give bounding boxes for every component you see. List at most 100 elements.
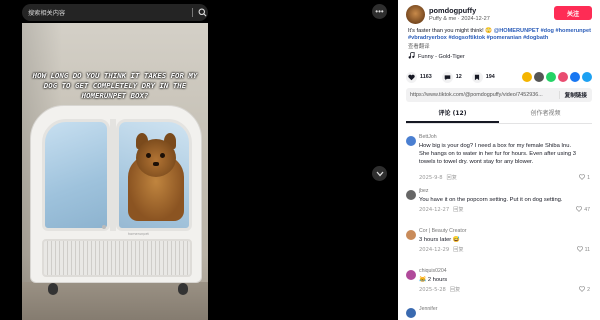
comment-text: 3 hours later 😅 <box>419 237 461 243</box>
comment-stat[interactable]: 12 <box>441 71 462 83</box>
pet-dryer-box: homerunpet <box>30 105 202 305</box>
dryer-vent-grate <box>42 239 192 277</box>
whatsapp-icon[interactable] <box>546 72 556 82</box>
comment-item: jbez You have it on the popcorn setting.… <box>406 188 592 214</box>
translate-link[interactable]: 查看翻译 <box>408 42 430 50</box>
hashtag[interactable]: #pomeranian <box>487 35 522 41</box>
comment-count: 12 <box>455 74 462 80</box>
comment-username[interactable]: chiquis0204 <box>419 268 447 274</box>
comment-like-count: 11 <box>584 247 590 253</box>
comment-username[interactable]: Jennifer <box>419 306 437 312</box>
dog-head <box>136 139 176 177</box>
dog-eye <box>160 153 165 158</box>
avatar[interactable] <box>406 5 425 24</box>
dog <box>126 133 186 225</box>
comment-username[interactable]: BettJoh <box>419 134 437 140</box>
avatar[interactable] <box>406 308 416 318</box>
dryer-brand: homerunpet <box>128 232 149 236</box>
comment-item: Jennifer <box>406 306 592 320</box>
hashtag[interactable]: #homerunpet <box>556 28 591 34</box>
comment-meta: 2024-12-27 回复 <box>419 206 464 213</box>
avatar[interactable] <box>406 270 416 280</box>
hashtag[interactable]: #vbradryerbox <box>408 35 447 41</box>
heart-outline-icon <box>579 174 586 182</box>
comment-text: 😹 2 hours <box>419 277 448 283</box>
hashtag[interactable]: #dog <box>541 28 554 34</box>
tab-comments[interactable]: 评论 (12) <box>406 108 499 123</box>
copy-link-button[interactable]: 复制链接 <box>558 91 592 99</box>
comment-icon <box>441 71 453 83</box>
comment-like[interactable]: 47 <box>576 206 590 214</box>
heart-outline-icon <box>579 286 586 294</box>
comment-like-count: 2 <box>587 287 590 293</box>
reply-button[interactable]: 回复 <box>450 287 460 293</box>
comment-date: 2024-12-29 <box>419 247 450 253</box>
author-header: pomdogpuffy Puffy & me · 2024-12-27 关注 <box>406 5 592 25</box>
save-count: 194 <box>485 74 495 80</box>
follow-button[interactable]: 关注 <box>554 6 592 20</box>
tab-bar: 评论 (12) 创作者视频 <box>406 108 592 124</box>
like-stat[interactable]: 1163 <box>406 71 432 83</box>
video-caption: HOW LONG DO YOU THINK IT TAKES FOR MY DO… <box>32 71 198 100</box>
search-placeholder: 搜索相关内容 <box>28 10 66 17</box>
dryer-left-window <box>42 119 110 231</box>
comment-meta: 2025-5-28 回复 <box>419 286 460 293</box>
engagement-bar: 1163 12 194 <box>406 70 592 84</box>
comment-item: chiquis0204 😹 2 hours 2025-5-28 回复 2 <box>406 268 592 294</box>
like-count: 1163 <box>420 74 432 80</box>
tab-creator-videos[interactable]: 创作者视频 <box>499 108 592 123</box>
more-icon[interactable]: ••• <box>372 4 387 19</box>
dryer-wheel <box>178 283 188 295</box>
comment-item: BettJoh How big is your dog? I need a bo… <box>406 134 592 182</box>
comment-username[interactable]: Cor | Beauty Creator <box>419 228 466 234</box>
dryer-wheel <box>48 283 58 295</box>
comment-date: 2025-5-28 <box>419 287 446 293</box>
music-row[interactable]: Funny - Gold-Tiger <box>408 51 465 61</box>
music-icon <box>408 51 415 61</box>
reply-button[interactable]: 回复 <box>453 247 463 253</box>
comment-meta: 2025-9-8 回复 <box>419 174 457 181</box>
hashtag[interactable]: #dogsoftiktok <box>448 35 485 41</box>
comment-like-count: 1 <box>587 175 590 181</box>
comment-like[interactable]: 11 <box>576 246 590 254</box>
video-description: It's faster than you might think! 😳 @HOM… <box>408 28 594 43</box>
author-name[interactable]: pomdogpuffy <box>429 6 476 15</box>
comment-username[interactable]: jbez <box>419 188 429 194</box>
facebook-icon[interactable] <box>570 72 580 82</box>
repost-icon[interactable] <box>522 72 532 82</box>
avatar[interactable] <box>406 190 416 200</box>
video-area: 搜索相关内容 HOW LONG DO YOU THINK IT TAKES FO… <box>0 0 398 320</box>
embed-icon[interactable] <box>534 72 544 82</box>
dog-eye <box>146 153 151 158</box>
reply-button[interactable]: 回复 <box>453 207 463 213</box>
details-panel: pomdogpuffy Puffy & me · 2024-12-27 关注 I… <box>398 0 600 320</box>
heart-outline-icon <box>576 206 583 214</box>
search-icon[interactable] <box>196 7 208 19</box>
avatar[interactable] <box>406 230 416 240</box>
heart-icon <box>406 71 417 83</box>
link-row: https://www.tiktok.com/@pomdogpuffy/vide… <box>406 88 592 102</box>
save-stat[interactable]: 194 <box>471 71 495 83</box>
author-subtitle: Puffy & me · 2024-12-27 <box>429 16 490 22</box>
avatar[interactable] <box>406 136 416 146</box>
comment-like-count: 47 <box>584 207 590 213</box>
send-icon[interactable] <box>558 72 568 82</box>
comment-date: 2024-12-27 <box>419 207 450 213</box>
hashtag[interactable]: #dogbath <box>523 35 548 41</box>
comment-like[interactable]: 1 <box>579 174 590 182</box>
dryer-partition <box>110 119 116 231</box>
chevron-down-icon[interactable] <box>372 166 387 181</box>
hashtag[interactable]: @HOMERUNPET <box>494 28 539 34</box>
video-link[interactable]: https://www.tiktok.com/@pomdogpuffy/vide… <box>406 92 559 98</box>
comment-date: 2025-9-8 <box>419 175 443 181</box>
comment-meta: 2024-12-29 回复 <box>419 246 464 253</box>
description-text: It's faster than you might think! 😳 <box>408 28 494 34</box>
comment-text: You have it on the popcorn setting. Put … <box>419 197 563 203</box>
video-player[interactable]: HOW LONG DO YOU THINK IT TAKES FOR MY DO… <box>22 23 208 320</box>
reply-button[interactable]: 回复 <box>447 175 457 181</box>
share-more-icon[interactable] <box>582 72 592 82</box>
search-input[interactable]: 搜索相关内容 <box>22 4 208 21</box>
bookmark-icon <box>471 71 483 83</box>
search-divider <box>192 8 193 17</box>
comment-like[interactable]: 2 <box>579 286 590 294</box>
